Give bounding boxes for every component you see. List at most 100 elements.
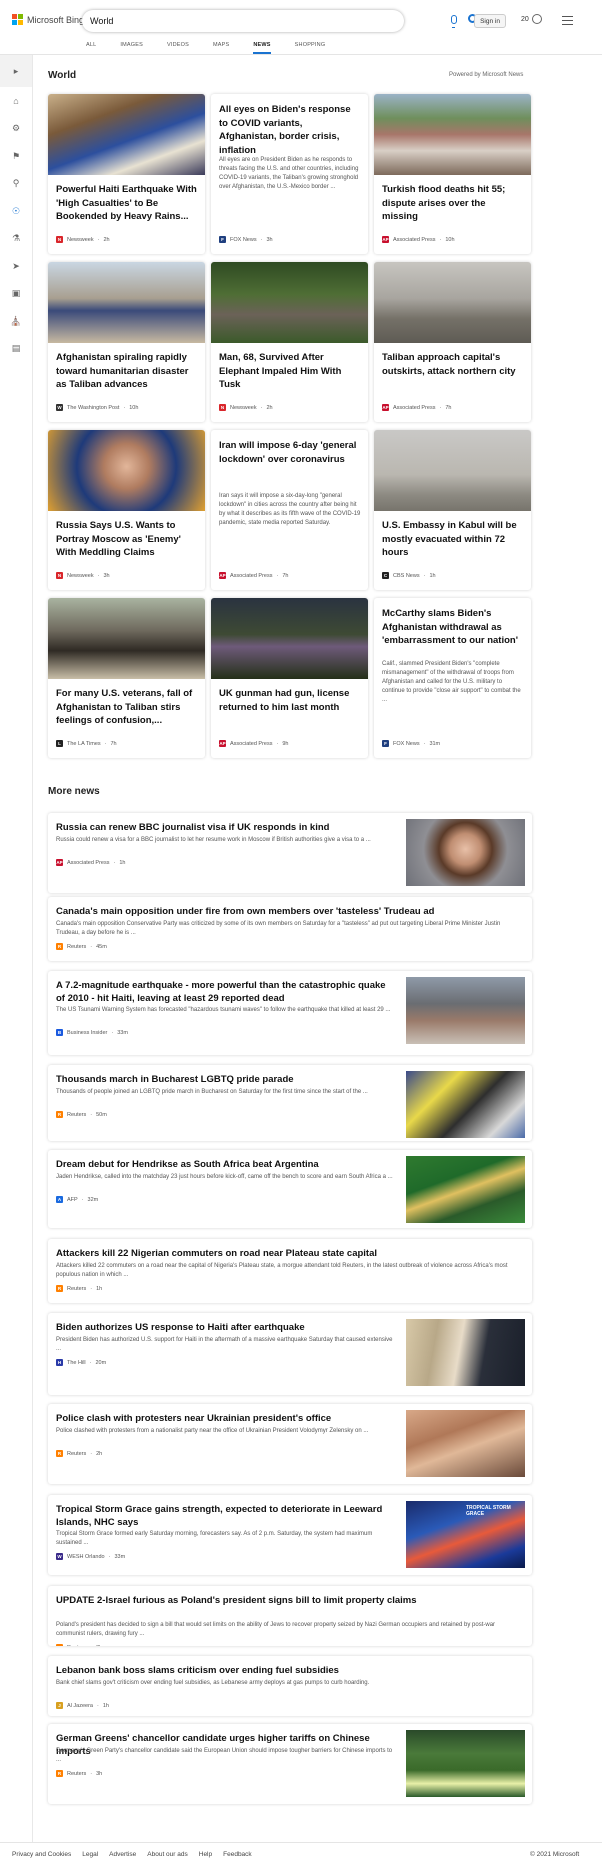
source-name[interactable]: Reuters: [67, 1645, 86, 1647]
news-card-image[interactable]: [48, 598, 205, 679]
source-name[interactable]: Reuters: [67, 1286, 86, 1292]
news-card-title[interactable]: UK gunman had gun, license returned to h…: [219, 687, 361, 714]
tab-shopping[interactable]: SHOPPING: [295, 40, 326, 54]
flag-icon[interactable]: ⚑: [9, 149, 23, 163]
more-news-item[interactable]: Biden authorizes US response to Haiti af…: [48, 1313, 532, 1395]
footer-link-advertise[interactable]: Advertise: [109, 1851, 136, 1858]
news-card-title[interactable]: Russia Says U.S. Wants to Portray Moscow…: [56, 519, 198, 560]
more-news-item[interactable]: Canada's main opposition under fire from…: [48, 897, 532, 961]
news-card[interactable]: Powerful Haiti Earthquake With 'High Cas…: [48, 94, 205, 254]
news-card-title[interactable]: Powerful Haiti Earthquake With 'High Cas…: [56, 183, 198, 224]
menu-icon[interactable]: [562, 16, 573, 25]
source-name[interactable]: Associated Press: [230, 741, 273, 747]
news-card-image[interactable]: [374, 262, 531, 343]
source-name[interactable]: Al Jazeera: [67, 1703, 93, 1709]
home-icon[interactable]: ⌂: [9, 94, 23, 108]
more-news-image[interactable]: [406, 1730, 525, 1797]
news-card-title[interactable]: All eyes on Biden's response to COVID va…: [219, 103, 361, 157]
credit-card-icon[interactable]: ▤: [9, 341, 23, 355]
news-card[interactable]: Man, 68, Survived After Elephant Impaled…: [211, 262, 368, 422]
more-news-image[interactable]: [406, 1410, 525, 1477]
footer-link-privacy[interactable]: Privacy and Cookies: [12, 1851, 71, 1858]
news-card-image[interactable]: [211, 262, 368, 343]
search-input[interactable]: [90, 14, 360, 28]
source-name[interactable]: Reuters: [67, 1451, 86, 1457]
bing-logo[interactable]: Microsoft Bing: [12, 14, 84, 25]
more-news-title[interactable]: Biden authorizes US response to Haiti af…: [56, 1321, 396, 1334]
more-news-title[interactable]: UPDATE 2-Israel furious as Poland's pres…: [56, 1594, 524, 1607]
more-news-image[interactable]: [406, 1071, 525, 1138]
tab-all[interactable]: ALL: [86, 40, 96, 54]
news-card[interactable]: All eyes on Biden's response to COVID va…: [211, 94, 368, 254]
more-news-title[interactable]: Dream debut for Hendrikse as South Afric…: [56, 1158, 396, 1171]
news-card-title[interactable]: Iran will impose 6-day 'general lockdown…: [219, 439, 361, 466]
more-news-item[interactable]: UPDATE 2-Israel furious as Poland's pres…: [48, 1586, 532, 1646]
source-name[interactable]: CBS News: [393, 573, 420, 579]
more-news-title[interactable]: Russia can renew BBC journalist visa if …: [56, 821, 396, 834]
source-name[interactable]: FOX News: [393, 741, 420, 747]
news-card-title[interactable]: For many U.S. veterans, fall of Afghanis…: [56, 687, 198, 728]
microphone-icon[interactable]: [451, 15, 457, 28]
more-news-title[interactable]: A 7.2-magnitude earthquake - more powerf…: [56, 979, 396, 1005]
more-news-item[interactable]: Dream debut for Hendrikse as South Afric…: [48, 1150, 532, 1228]
film-icon[interactable]: ▣: [9, 286, 23, 300]
source-name[interactable]: WESH Orlando: [67, 1554, 105, 1560]
source-name[interactable]: The LA Times: [67, 741, 101, 747]
footer-link-feedback[interactable]: Feedback: [223, 1851, 252, 1858]
news-card-image[interactable]: [48, 262, 205, 343]
more-news-image[interactable]: [406, 1319, 525, 1386]
news-card[interactable]: McCarthy slams Biden's Afghanistan withd…: [374, 598, 531, 758]
more-news-item[interactable]: Lebanon bank boss slams criticism over e…: [48, 1656, 532, 1716]
rocket-icon[interactable]: ➤: [9, 259, 23, 273]
news-card[interactable]: Taliban approach capital's outskirts, at…: [374, 262, 531, 422]
more-news-item[interactable]: Tropical Storm Grace gains strength, exp…: [48, 1495, 532, 1575]
source-name[interactable]: Newsweek: [67, 237, 94, 243]
tab-news[interactable]: NEWS: [253, 40, 271, 54]
news-card-title[interactable]: Man, 68, Survived After Elephant Impaled…: [219, 351, 361, 392]
science-icon[interactable]: ⚙: [9, 121, 23, 135]
more-news-image[interactable]: [406, 977, 525, 1044]
news-card[interactable]: For many U.S. veterans, fall of Afghanis…: [48, 598, 205, 758]
news-card-title[interactable]: Taliban approach capital's outskirts, at…: [382, 351, 524, 378]
news-card[interactable]: UK gunman had gun, license returned to h…: [211, 598, 368, 758]
more-news-title[interactable]: Tropical Storm Grace gains strength, exp…: [56, 1503, 396, 1529]
news-card[interactable]: Turkish flood deaths hit 55; dispute ari…: [374, 94, 531, 254]
location-icon[interactable]: ⚲: [9, 176, 23, 190]
more-news-item[interactable]: A 7.2-magnitude earthquake - more powerf…: [48, 971, 532, 1055]
news-card-title[interactable]: McCarthy slams Biden's Afghanistan withd…: [382, 607, 524, 648]
bank-icon[interactable]: ⛪: [9, 314, 23, 328]
footer-link-legal[interactable]: Legal: [82, 1851, 98, 1858]
source-name[interactable]: AFP: [67, 1197, 78, 1203]
source-name[interactable]: Reuters: [67, 1112, 86, 1118]
news-card-image[interactable]: [48, 430, 205, 511]
news-card-image[interactable]: [374, 94, 531, 175]
source-name[interactable]: Newsweek: [230, 405, 257, 411]
source-name[interactable]: FOX News: [230, 237, 257, 243]
source-name[interactable]: Newsweek: [67, 573, 94, 579]
source-name[interactable]: The Hill: [67, 1360, 86, 1366]
sign-in-button[interactable]: Sign in: [474, 14, 506, 28]
microscope-icon[interactable]: ⚗: [9, 231, 23, 245]
news-card[interactable]: Russia Says U.S. Wants to Portray Moscow…: [48, 430, 205, 590]
more-news-title[interactable]: Thousands march in Bucharest LGBTQ pride…: [56, 1073, 396, 1086]
tab-images[interactable]: IMAGES: [120, 40, 143, 54]
news-card-image[interactable]: [374, 430, 531, 511]
more-news-title[interactable]: Canada's main opposition under fire from…: [56, 905, 524, 918]
news-card[interactable]: U.S. Embassy in Kabul will be mostly eva…: [374, 430, 531, 590]
footer-link-about-ads[interactable]: About our ads: [147, 1851, 187, 1858]
source-name[interactable]: The Washington Post: [67, 405, 119, 411]
more-news-item[interactable]: Thousands march in Bucharest LGBTQ pride…: [48, 1065, 532, 1141]
tab-maps[interactable]: MAPS: [213, 40, 229, 54]
news-card-title[interactable]: Turkish flood deaths hit 55; dispute ari…: [382, 183, 524, 224]
more-news-title[interactable]: Attackers kill 22 Nigerian commuters on …: [56, 1247, 524, 1260]
source-name[interactable]: Business Insider: [67, 1030, 107, 1036]
more-news-image[interactable]: TROPICAL STORM GRACE: [406, 1501, 525, 1568]
news-card[interactable]: Afghanistan spiraling rapidly toward hum…: [48, 262, 205, 422]
news-card-title[interactable]: Afghanistan spiraling rapidly toward hum…: [56, 351, 198, 392]
news-card-title[interactable]: U.S. Embassy in Kabul will be mostly eva…: [382, 519, 524, 560]
more-news-item[interactable]: German Greens' chancellor candidate urge…: [48, 1724, 532, 1804]
search-box[interactable]: [82, 10, 477, 32]
more-news-title[interactable]: Lebanon bank boss slams criticism over e…: [56, 1664, 524, 1677]
more-news-image[interactable]: [406, 819, 525, 886]
more-news-image[interactable]: [406, 1156, 525, 1223]
